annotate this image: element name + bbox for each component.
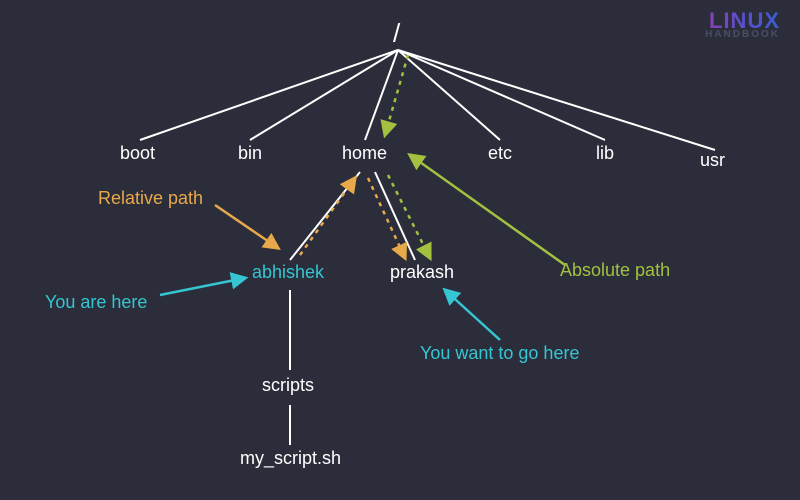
node-etc: etc [488,143,512,164]
node-home: home [342,143,387,164]
annotation-you-are-here: You are here [45,292,147,313]
node-prakash: prakash [390,262,454,283]
node-root: / [393,18,400,49]
annotation-you-want-go: You want to go here [420,343,579,364]
node-boot: boot [120,143,155,164]
node-abhishek: abhishek [252,262,324,283]
tree-diagram [0,0,800,500]
logo: LINUX HANDBOOK [705,12,780,39]
node-lib: lib [596,143,614,164]
node-usr: usr [700,150,725,171]
annotation-relative-path: Relative path [98,188,203,209]
logo-main: LINUX [705,12,780,31]
annotation-absolute-path: Absolute path [560,260,670,281]
node-bin: bin [238,143,262,164]
node-my-script: my_script.sh [240,448,341,469]
node-scripts: scripts [262,375,314,396]
logo-sub: HANDBOOK [705,31,780,40]
